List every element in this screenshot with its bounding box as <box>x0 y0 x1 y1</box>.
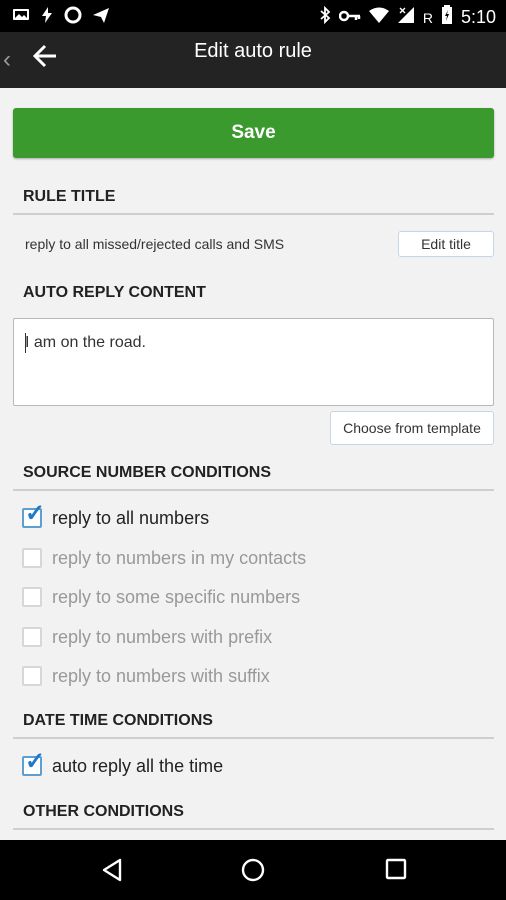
choose-template-button[interactable]: Choose from template <box>330 411 494 445</box>
option-all-numbers[interactable]: ✓ reply to all numbers <box>22 502 210 530</box>
option-all-the-time[interactable]: ✓ auto reply all the time <box>22 750 224 778</box>
source-number-header: SOURCE NUMBER CONDITIONS <box>23 464 272 481</box>
option-label: auto reply all the time <box>52 755 224 776</box>
recents-square-icon[interactable] <box>385 858 407 885</box>
status-time: 5:10 <box>460 7 496 27</box>
checkbox-prefix[interactable] <box>22 627 42 647</box>
key-icon <box>338 8 361 28</box>
back-triangle-icon[interactable] <box>100 858 124 887</box>
checkbox-suffix[interactable] <box>22 666 42 686</box>
signal-icon <box>397 6 415 29</box>
date-time-header: DATE TIME CONDITIONS <box>23 712 213 729</box>
checkmark-icon: ✓ <box>25 748 46 775</box>
cast-icon <box>12 7 30 29</box>
option-label: reply to some specific numbers <box>52 586 301 607</box>
status-left-icons <box>12 6 110 30</box>
auto-reply-content-header: AUTO REPLY CONTENT <box>23 284 206 301</box>
checkbox-all-the-time[interactable]: ✓ <box>22 750 45 776</box>
bluetooth-icon <box>319 5 331 29</box>
status-right-icons: R 5:10 <box>319 5 496 30</box>
sync-icon <box>64 6 82 30</box>
rule-title-header: RULE TITLE <box>23 188 116 205</box>
option-suffix[interactable]: reply to numbers with suffix <box>22 664 270 688</box>
option-specific-numbers[interactable]: reply to some specific numbers <box>22 585 300 609</box>
other-conditions-header: OTHER CONDITIONS <box>23 803 184 820</box>
flash-icon <box>40 6 54 30</box>
save-button[interactable]: Save <box>13 108 494 158</box>
source-number-divider <box>13 489 494 491</box>
reply-content-textarea[interactable]: I am on the road. <box>13 318 494 406</box>
option-contacts[interactable]: reply to numbers in my contacts <box>22 546 306 570</box>
battery-icon <box>441 5 453 30</box>
checkbox-contacts[interactable] <box>22 548 42 568</box>
other-conditions-divider <box>13 828 494 830</box>
option-prefix[interactable]: reply to numbers with prefix <box>22 625 272 649</box>
checkbox-all-numbers[interactable]: ✓ <box>22 502 45 528</box>
option-label: reply to numbers with prefix <box>52 626 273 647</box>
option-label: reply to numbers in my contacts <box>52 547 307 568</box>
checkbox-specific-numbers[interactable] <box>22 587 42 607</box>
checkmark-icon: ✓ <box>25 500 46 527</box>
edit-title-button[interactable]: Edit title <box>398 231 494 257</box>
home-circle-icon[interactable] <box>241 858 265 887</box>
edit-rule-content[interactable]: Save RULE TITLE reply to all missed/reje… <box>0 88 506 840</box>
reply-content-text: I am on the road. <box>25 334 146 351</box>
navigation-bar <box>0 840 506 900</box>
status-bar: R 5:10 <box>0 0 506 32</box>
page-title: Edit auto rule <box>194 40 312 62</box>
app-bar: ‹ Edit auto rule <box>0 32 506 88</box>
roaming-indicator: R <box>422 9 433 26</box>
date-time-divider <box>13 737 494 739</box>
option-label: reply to numbers with suffix <box>52 665 270 686</box>
wifi-icon <box>368 7 389 28</box>
option-label: reply to all numbers <box>52 507 210 528</box>
rule-title-value: reply to all missed/rejected calls and S… <box>25 236 285 252</box>
rule-title-divider <box>13 213 494 215</box>
send-icon <box>92 6 110 30</box>
